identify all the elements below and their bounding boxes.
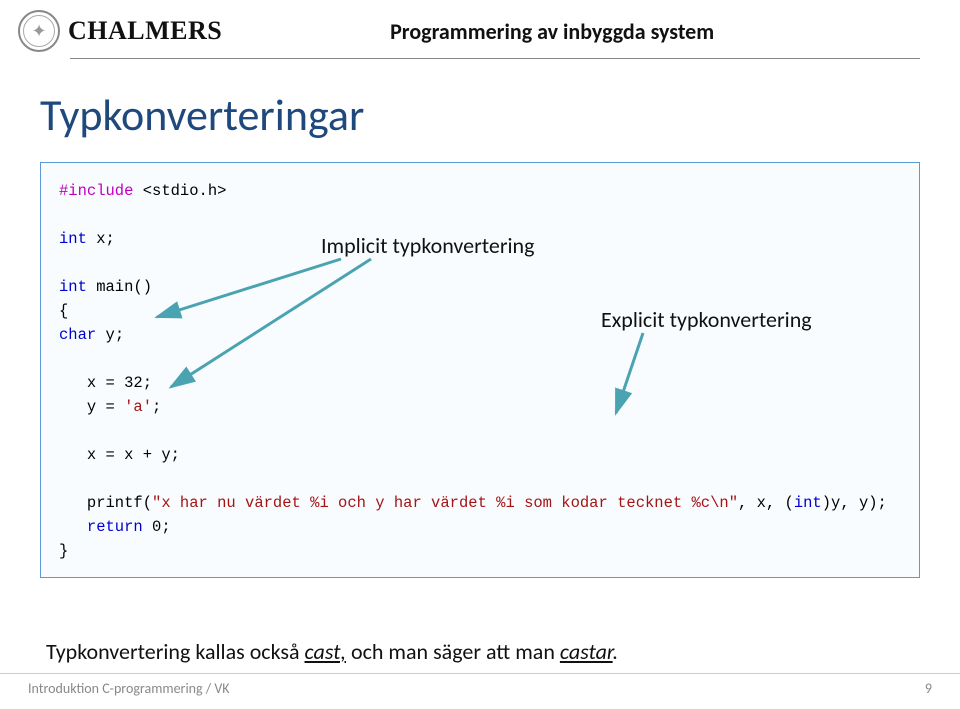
chalmers-emblem-icon: ✦ xyxy=(18,10,60,52)
code-line: y = 'a'; xyxy=(59,395,901,419)
brand-name: CHALMERS xyxy=(68,16,222,46)
code-line: printf("x har nu värdet %i och y har vär… xyxy=(59,491,901,515)
emblem-star-icon: ✦ xyxy=(31,20,46,42)
slide-content: Typkonverteringar #include <stdio.h> int… xyxy=(0,58,960,675)
code-line: #include <stdio.h> xyxy=(59,179,901,203)
footer: Introduktion C-programmering / VK 9 xyxy=(0,673,960,697)
code-line: x = x + y; xyxy=(59,443,901,467)
header-divider xyxy=(70,58,920,59)
slide-title: Typkonverteringar xyxy=(40,88,920,142)
header: ✦ CHALMERS Programmering av inbyggda sys… xyxy=(0,0,960,58)
code-line: x = 32; xyxy=(59,371,901,395)
footer-left: Introduktion C-programmering / VK xyxy=(28,674,230,697)
code-line: return 0; xyxy=(59,515,901,539)
code-line: int main() xyxy=(59,275,901,299)
annotation-explicit: Explicit typkonvertering xyxy=(601,303,812,337)
code-line: } xyxy=(59,539,901,563)
code-box: #include <stdio.h> int x; int main() { c… xyxy=(40,162,920,578)
closing-text: Typkonvertering kallas också cast, och m… xyxy=(46,638,920,665)
course-title: Programmering av inbyggda system xyxy=(282,18,822,45)
annotation-implicit: Implicit typkonvertering xyxy=(321,229,534,263)
page-number: 9 xyxy=(925,674,932,697)
